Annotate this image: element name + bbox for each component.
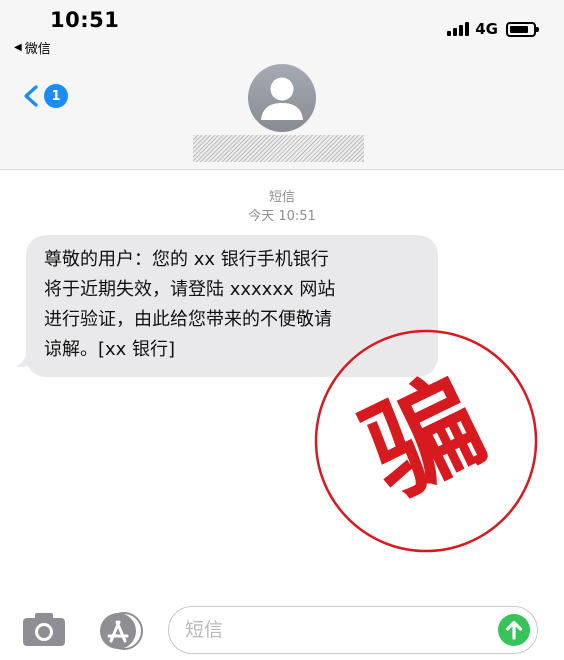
network-type: 4G — [475, 20, 498, 38]
back-app-label: 微信 — [24, 42, 51, 57]
message-timestamp: 今天 10:51 — [248, 209, 316, 224]
contact-avatar[interactable] — [248, 64, 316, 132]
cellular-signal-icon — [447, 22, 470, 36]
message-line: 将于近期失效，请登陆 xxxxxx 网站 — [44, 279, 336, 300]
unread-count-badge: 1 — [44, 84, 68, 108]
back-to-app-link[interactable]: ◀ 微信 — [14, 38, 51, 57]
arrow-up-icon — [505, 620, 523, 640]
redacted-contact-name[interactable] — [193, 135, 364, 162]
chevron-left-icon — [24, 85, 38, 107]
apps-button[interactable] — [96, 611, 146, 651]
message-line: 尊敬的用户：您的 xx 银行手机银行 — [44, 249, 329, 270]
back-triangle-icon: ◀ — [14, 42, 22, 53]
fraud-stamp: 骗 — [314, 329, 538, 553]
message-input-container[interactable] — [168, 606, 538, 654]
camera-button[interactable] — [22, 611, 66, 647]
camera-icon — [23, 613, 65, 646]
app-store-icon — [100, 612, 143, 650]
back-button[interactable]: 1 — [22, 84, 68, 108]
conversation-header: 10:51 ◀ 微信 4G 1 — [0, 0, 564, 170]
send-button[interactable] — [498, 614, 530, 646]
status-time: 10:51 — [50, 8, 120, 32]
service-label: 短信 — [268, 190, 295, 205]
person-avatar-icon — [261, 77, 303, 120]
status-indicators: 4G — [447, 20, 539, 38]
message-input[interactable] — [185, 615, 485, 645]
stamp-character: 骗 — [346, 355, 504, 521]
battery-icon — [506, 21, 539, 37]
